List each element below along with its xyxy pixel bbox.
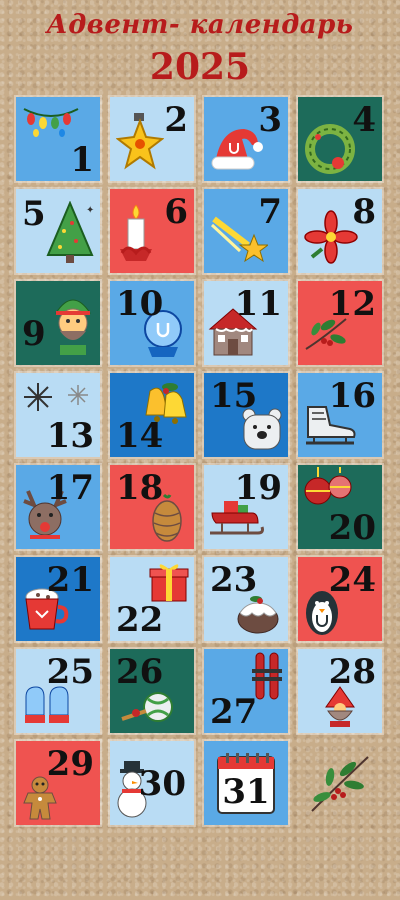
day-tile-24[interactable]: 24 bbox=[298, 557, 382, 641]
decoration-cell bbox=[298, 741, 382, 825]
day-number: 7 bbox=[258, 192, 282, 232]
day-number: 26 bbox=[116, 652, 164, 692]
baubles-icon bbox=[304, 467, 352, 505]
day-tile-18[interactable]: 18 bbox=[110, 465, 194, 549]
day-tile-22[interactable]: 22 bbox=[110, 557, 194, 641]
gift-box-icon bbox=[149, 564, 189, 602]
day-tile-12[interactable]: 12 bbox=[298, 281, 382, 365]
header: Адвент- календарь 2025 bbox=[0, 0, 400, 95]
day-number: 20 bbox=[328, 508, 376, 548]
candy-icon bbox=[121, 692, 173, 722]
day-tile-14[interactable]: 14 bbox=[110, 373, 194, 457]
day-number: 19 bbox=[234, 468, 282, 508]
day-tile-28[interactable]: 28 bbox=[298, 649, 382, 733]
advent-grid: 1 2 3 4 ✦ 5 6 7 8 9 10 11 12 13 14 15 16… bbox=[16, 97, 384, 857]
day-tile-10[interactable]: 10 bbox=[110, 281, 194, 365]
day-number: 14 bbox=[116, 416, 164, 456]
day-tile-26[interactable]: 26 bbox=[110, 649, 194, 733]
day-tile-11[interactable]: 11 bbox=[204, 281, 288, 365]
day-tile-23[interactable]: 23 bbox=[204, 557, 288, 641]
day-tile-20[interactable]: 20 bbox=[298, 465, 382, 549]
day-tile-7[interactable]: 7 bbox=[204, 189, 288, 273]
day-number: 10 bbox=[116, 284, 164, 324]
day-tile-15[interactable]: 15 bbox=[204, 373, 288, 457]
day-number: 18 bbox=[116, 468, 164, 508]
star-ornament-icon bbox=[116, 113, 164, 170]
day-tile-27[interactable]: 27 bbox=[204, 649, 288, 733]
mistletoe-icon bbox=[311, 756, 369, 812]
day-tile-19[interactable]: 19 bbox=[204, 465, 288, 549]
day-number: 12 bbox=[328, 284, 376, 324]
day-tile-6[interactable]: 6 bbox=[110, 189, 194, 273]
day-tile-31[interactable]: 31 bbox=[204, 741, 288, 825]
day-tile-5[interactable]: ✦ 5 bbox=[16, 189, 100, 273]
day-number: 6 bbox=[164, 192, 188, 232]
poinsettia-icon bbox=[304, 210, 358, 264]
day-number: 27 bbox=[210, 692, 258, 732]
day-number: 22 bbox=[116, 600, 164, 640]
day-tile-21[interactable]: 21 bbox=[16, 557, 100, 641]
day-number: 23 bbox=[210, 560, 258, 600]
day-number: 1 bbox=[70, 140, 94, 180]
day-number: 17 bbox=[46, 468, 94, 508]
day-number: 30 bbox=[138, 764, 186, 804]
day-number: 15 bbox=[210, 376, 258, 416]
page-title: Адвент- календарь bbox=[46, 10, 354, 40]
day-tile-17[interactable]: 17 bbox=[16, 465, 100, 549]
day-tile-2[interactable]: 2 bbox=[110, 97, 194, 181]
day-number: 29 bbox=[46, 744, 94, 784]
day-tile-8[interactable]: 8 bbox=[298, 189, 382, 273]
christmas-tree-icon: ✦ bbox=[46, 201, 94, 263]
day-number: 21 bbox=[46, 560, 94, 600]
elf-icon bbox=[55, 299, 91, 355]
svg-text:✦: ✦ bbox=[86, 205, 94, 216]
day-number: 2 bbox=[164, 100, 188, 140]
lights-garland-icon bbox=[23, 108, 79, 137]
day-tile-4[interactable]: 4 bbox=[298, 97, 382, 181]
day-tile-1[interactable]: 1 bbox=[16, 97, 100, 181]
day-number: 25 bbox=[46, 652, 94, 692]
snowflakes-icon bbox=[24, 383, 88, 411]
day-tile-13[interactable]: 13 bbox=[16, 373, 100, 457]
day-number: 13 bbox=[46, 416, 94, 456]
day-number: 31 bbox=[222, 772, 270, 812]
day-number: 11 bbox=[234, 284, 282, 324]
wreath-icon bbox=[305, 124, 355, 174]
day-number: 5 bbox=[22, 194, 46, 234]
day-number: 4 bbox=[352, 100, 376, 140]
day-number: 16 bbox=[328, 376, 376, 416]
day-number: 28 bbox=[328, 652, 376, 692]
day-tile-29[interactable]: 29 bbox=[16, 741, 100, 825]
day-tile-30[interactable]: 30 bbox=[110, 741, 194, 825]
day-number: 8 bbox=[352, 192, 376, 232]
day-tile-3[interactable]: 3 bbox=[204, 97, 288, 181]
day-tile-25[interactable]: 25 bbox=[16, 649, 100, 733]
santa-hat-icon bbox=[211, 129, 263, 170]
year-heading: 2025 bbox=[149, 46, 251, 88]
candle-icon bbox=[120, 204, 152, 261]
day-number: 3 bbox=[258, 100, 282, 140]
day-tile-9[interactable]: 9 bbox=[16, 281, 100, 365]
day-number: 9 bbox=[22, 314, 46, 354]
day-tile-16[interactable]: 16 bbox=[298, 373, 382, 457]
day-number: 24 bbox=[328, 560, 376, 600]
